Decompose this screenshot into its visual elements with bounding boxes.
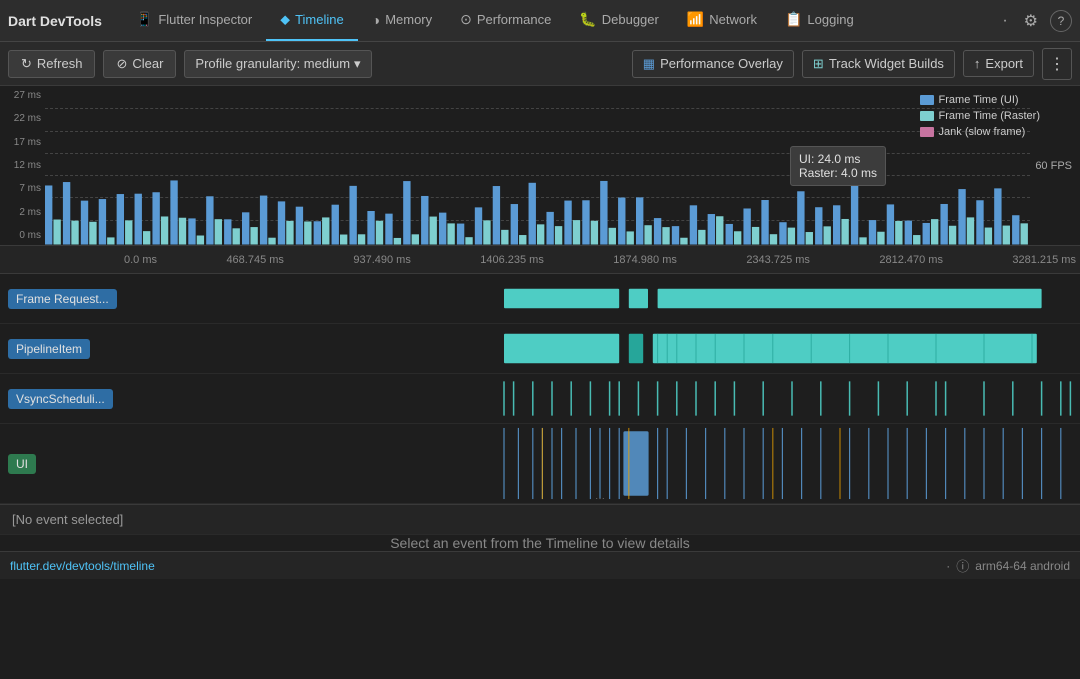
legend-jank: Jank (slow frame) [920,126,1040,138]
info-icon: ⓘ [956,556,969,575]
tl-row-content-pipeline[interactable] [120,324,1080,373]
fps-label: 60 FPS [1035,160,1072,172]
legend-raster: Frame Time (Raster) [920,110,1040,122]
timeline-rows: Frame Request... PipelineItem [0,274,1080,504]
y-label-2: 2 ms [4,207,41,218]
clear-icon: ⊘ [116,56,127,72]
tl-row-label-ui: UI [0,454,120,474]
time-mark-4: 1874.980 ms [613,254,677,266]
chart-area: 27 ms 22 ms 17 ms 12 ms 7 ms 2 ms 0 ms 6… [0,86,1080,246]
time-mark-6: 2812.470 ms [879,254,943,266]
vsync-svg [120,374,1080,423]
legend-color-jank [920,127,934,137]
performance-icon: ⊙ [460,11,472,28]
arch-label: arm64-64 android [975,559,1070,573]
refresh-icon: ↻ [21,56,32,72]
y-axis: 27 ms 22 ms 17 ms 12 ms 7 ms 2 ms 0 ms [0,86,45,245]
chart-icon: ▦ [643,56,655,72]
tl-row-pipeline: PipelineItem [0,324,1080,374]
debugger-icon: 🐛 [579,11,596,28]
memory-icon: ◑ [372,12,380,28]
tl-row-label-vsync: VsyncScheduli... [0,389,120,409]
settings-button[interactable]: ⚙ [1020,7,1042,35]
logging-icon: 📋 [785,11,802,28]
y-label-27: 27 ms [4,90,41,101]
frame-chart[interactable] [45,86,1030,245]
status-separator: · [946,559,950,573]
chart-legend: Frame Time (UI) Frame Time (Raster) Jank… [920,94,1040,138]
toolbar: ↻ Refresh ⊘ Clear Profile granularity: m… [0,42,1080,86]
time-mark-2: 937.490 ms [353,254,410,266]
export-button[interactable]: ↑ Export [963,50,1034,77]
y-label-22: 22 ms [4,113,41,124]
chevron-down-icon: ▾ [354,56,361,72]
tl-row-vsync: VsyncScheduli... [0,374,1080,424]
track-widget-button[interactable]: ⊞ Track Widget Builds [802,50,955,78]
event-detail-text: [No event selected] [12,512,123,527]
bottom-section: Select an event from the Timeline to vie… [0,534,1080,551]
export-icon: ↑ [974,56,981,71]
tl-row-content-vsync[interactable] [120,374,1080,423]
time-mark-1: 468.745 ms [226,254,283,266]
tl-row-content-frame-request[interactable] [120,274,1080,323]
tl-time-row: 0.0 ms 468.745 ms 937.490 ms 1406.235 ms… [120,254,1080,266]
timeline-header: 0.0 ms 468.745 ms 937.490 ms 1406.235 ms… [0,246,1080,274]
refresh-button[interactable]: ↻ Refresh [8,50,95,78]
tab-logging[interactable]: 📋 Logging [771,0,868,41]
y-label-17: 17 ms [4,137,41,148]
status-right: · ⓘ arm64-64 android [946,556,1070,575]
time-mark-3: 1406.235 ms [480,254,544,266]
tab-network[interactable]: 📶 Network [673,0,771,41]
legend-color-ui [920,95,934,105]
pipeline-svg [120,324,1080,373]
tl-row-ui: UI [0,424,1080,504]
tl-row-frame-request: Frame Request... [0,274,1080,324]
top-nav: Dart DevTools 📱 Flutter Inspector ⬥ Time… [0,0,1080,42]
tablet-icon: 📱 [136,11,153,28]
y-label-0: 0 ms [4,230,41,241]
help-button[interactable]: ? [1050,10,1072,32]
more-options-button[interactable]: ⋮ [1042,48,1072,80]
time-mark-0: 0.0 ms [124,254,157,266]
y-label-12: 12 ms [4,160,41,171]
granularity-button[interactable]: Profile granularity: medium ▾ [184,50,371,78]
app-title: Dart DevTools [8,13,102,29]
widget-icon: ⊞ [813,56,824,72]
nav-tabs: 📱 Flutter Inspector ⬥ Timeline ◑ Memory … [122,0,868,41]
tab-debugger[interactable]: 🐛 Debugger [565,0,673,41]
status-bar: flutter.dev/devtools/timeline · ⓘ arm64-… [0,551,1080,579]
more-nav-button[interactable]: · [998,8,1011,34]
network-icon: 📶 [687,11,704,28]
tab-memory[interactable]: ◑ Memory [358,0,446,41]
tab-timeline[interactable]: ⬥ Timeline [266,0,357,41]
devtools-link[interactable]: flutter.dev/devtools/timeline [10,559,155,573]
time-mark-7: 3281.215 ms [1012,254,1076,266]
event-detail: [No event selected] [0,504,1080,534]
tl-row-content-ui[interactable]: ⋯ [120,424,1080,503]
granularity-selector: Profile granularity: medium ▾ [184,50,371,78]
select-event-text: Select an event from the Timeline to vie… [390,535,690,551]
frame-request-svg [120,274,1080,323]
tab-flutter-inspector[interactable]: 📱 Flutter Inspector [122,0,266,41]
timeline-icon: ⬥ [280,11,290,28]
clear-button[interactable]: ⊘ Clear [103,50,176,78]
nav-icons: · ⚙ ? [998,7,1072,35]
tl-row-label-frame-request: Frame Request... [0,289,120,309]
ui-svg: ⋯ [120,424,1080,503]
svg-text:⋯: ⋯ [595,493,605,503]
legend-color-raster [920,111,934,121]
tl-row-label-pipeline: PipelineItem [0,339,120,359]
legend-ui: Frame Time (UI) [920,94,1040,106]
y-label-7: 7 ms [4,183,41,194]
time-mark-5: 2343.725 ms [746,254,810,266]
performance-overlay-button[interactable]: ▦ Performance Overlay [632,50,794,78]
tab-performance[interactable]: ⊙ Performance [446,0,565,41]
